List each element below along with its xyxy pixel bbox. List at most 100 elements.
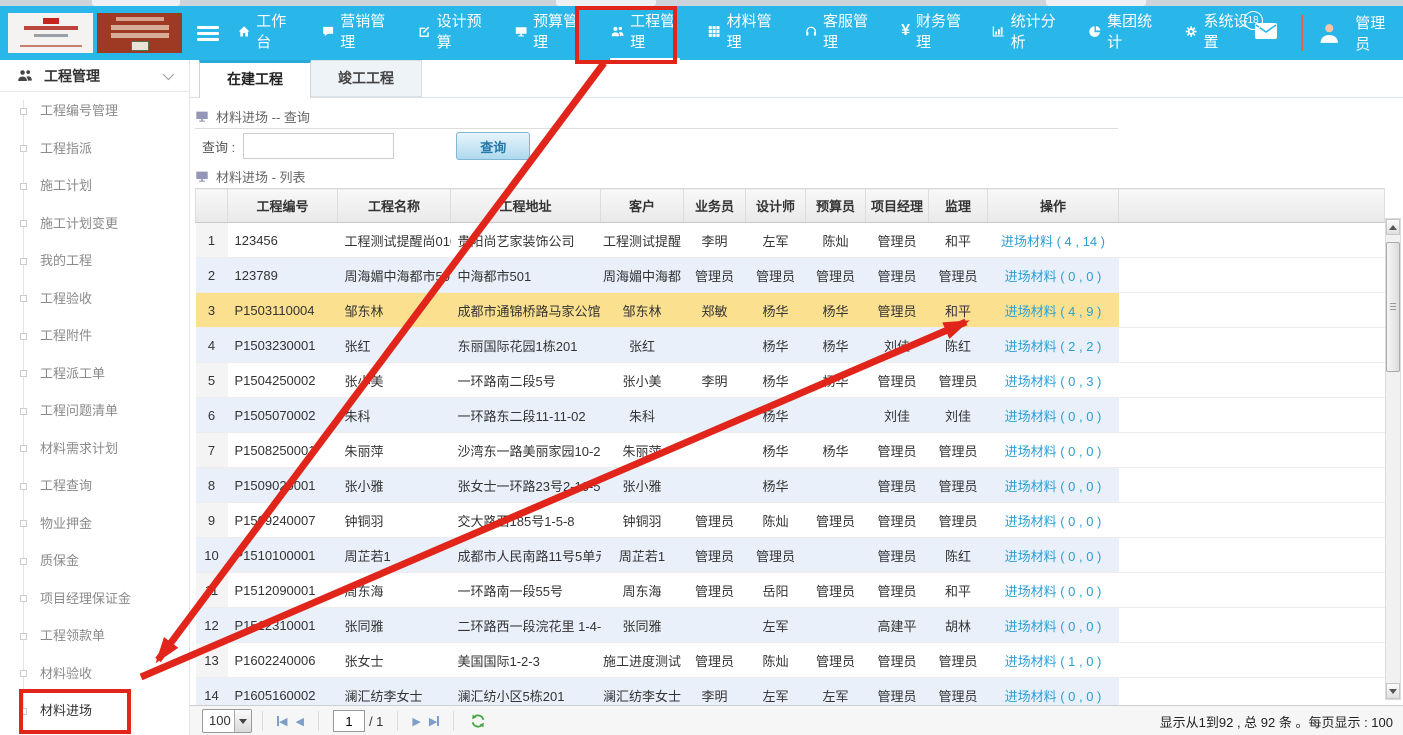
sidebar-item[interactable]: 我的工程 [0, 242, 189, 280]
enter-material-link[interactable]: 进场材料 ( 0 , 0 ) [1005, 444, 1102, 459]
cell-project-manager: 管理员 [866, 573, 929, 608]
table-row[interactable]: 7 P1508250001 朱丽萍 沙湾东一路美丽家园10-2- 朱丽萍 杨华 … [196, 433, 1385, 468]
col-project-manager[interactable]: 项目经理 [866, 189, 929, 223]
sidebar-item[interactable]: 施工计划变更 [0, 205, 189, 243]
table-row[interactable]: 11 P1512090001 周东海 一环路南一段55号 周东海 管理员 岳阳 … [196, 573, 1385, 608]
col-designer[interactable]: 设计师 [746, 189, 806, 223]
table-row[interactable]: 12 P1512310001 张同雅 二环路西一段浣花里 1-4- 张同雅 左军… [196, 608, 1385, 643]
cell-action: 进场材料 ( 0 , 0 ) [988, 678, 1119, 706]
prev-page-button[interactable]: ◀ [295, 715, 303, 728]
cell-filler [1119, 503, 1385, 538]
sidebar-item[interactable]: 材料进场 [0, 692, 189, 730]
table-row[interactable]: 10 P1510100001 周芷若1 成都市人民南路11号5单元 周芷若1 管… [196, 538, 1385, 573]
enter-material-link[interactable]: 进场材料 ( 0 , 0 ) [1005, 689, 1102, 704]
tab-completed[interactable]: 竣工工程 [311, 60, 422, 97]
cell-customer: 周东海 [601, 573, 684, 608]
col-budgeter[interactable]: 预算员 [806, 189, 866, 223]
scrollbar-thumb[interactable] [1386, 242, 1400, 372]
cell-budgeter: 杨华 [806, 433, 866, 468]
menu-toggle-icon[interactable] [197, 23, 219, 44]
table-row[interactable]: 1 123456 工程测试提醒尚0101 贵阳尚艺家装饰公司 工程测试提醒 李明… [196, 223, 1385, 258]
tab-in-progress[interactable]: 在建工程 [199, 60, 311, 98]
nav-item-settings[interactable]: 系统设置 [1184, 6, 1253, 60]
col-supervisor[interactable]: 监理 [929, 189, 988, 223]
enter-material-link[interactable]: 进场材料 ( 0 , 3 ) [1005, 374, 1102, 389]
last-page-button[interactable]: ▶ [429, 715, 439, 728]
scroll-up-icon[interactable] [1386, 219, 1400, 235]
tree-node-icon [20, 708, 27, 715]
table-row[interactable]: 8 P1509020001 张小雅 张女士一环路23号2-10-5 张小雅 杨华… [196, 468, 1385, 503]
sidebar-item[interactable]: 工程派工单 [0, 355, 189, 393]
col-project-address[interactable]: 工程地址 [451, 189, 601, 223]
sidebar-item[interactable]: 工程查询 [0, 467, 189, 505]
nav-item-design-budget[interactable]: 设计预算 [417, 6, 486, 60]
first-page-button[interactable]: ◀ [277, 715, 287, 728]
nav-item-budget[interactable]: 预算管理 [514, 6, 583, 60]
sidebar-item[interactable]: 工程附件 [0, 317, 189, 355]
nav-item-material[interactable]: 材料管理 [707, 6, 776, 60]
tree-node-icon [20, 220, 27, 227]
page-size-select[interactable]: 100 [202, 709, 252, 733]
table-row[interactable]: 4 P1503230001 张红 东丽国际花园1栋201 张红 杨华 杨华 刘佳… [196, 328, 1385, 363]
enter-material-link[interactable]: 进场材料 ( 2 , 2 ) [1005, 339, 1102, 354]
sidebar-item[interactable]: 材料需求计划 [0, 430, 189, 468]
query-label: 查询 : [202, 137, 235, 156]
sidebar-item[interactable]: 工程验收 [0, 280, 189, 318]
col-salesperson[interactable]: 业务员 [684, 189, 746, 223]
enter-material-link[interactable]: 进场材料 ( 0 , 0 ) [1005, 584, 1102, 599]
enter-material-link[interactable]: 进场材料 ( 0 , 0 ) [1005, 619, 1102, 634]
table-row[interactable]: 13 P1602240006 张女士 美国国际1-2-3 施工进度测试 管理员 … [196, 643, 1385, 678]
enter-material-link[interactable]: 进场材料 ( 0 , 0 ) [1005, 514, 1102, 529]
enter-material-link[interactable]: 进场材料 ( 4 , 14 ) [1001, 234, 1105, 249]
enter-material-link[interactable]: 进场材料 ( 4 , 9 ) [1005, 304, 1102, 319]
refresh-button[interactable] [470, 713, 486, 729]
sidebar-item[interactable]: 施工计划 [0, 167, 189, 205]
nav-item-stats[interactable]: 统计分析 [991, 6, 1060, 60]
sidebar-item[interactable]: 工程领款单 [0, 617, 189, 655]
tree-node-icon [20, 670, 27, 677]
vertical-scrollbar[interactable] [1385, 218, 1401, 700]
enter-material-link[interactable]: 进场材料 ( 0 , 0 ) [1005, 479, 1102, 494]
tree-node-icon [20, 633, 27, 640]
col-project-code[interactable]: 工程编号 [228, 189, 338, 223]
cell-action: 进场材料 ( 1 , 0 ) [988, 643, 1119, 678]
mail-button[interactable]: 18 [1254, 22, 1278, 45]
sidebar-header-project-mgmt[interactable]: 工程管理 [0, 60, 189, 92]
search-button[interactable]: 查询 [456, 132, 530, 160]
enter-material-link[interactable]: 进场材料 ( 0 , 0 ) [1005, 269, 1102, 284]
enter-material-link[interactable]: 进场材料 ( 1 , 0 ) [1005, 654, 1102, 669]
table-row[interactable]: 9 P1509240007 钟铜羽 交大路西185号1-5-8 钟铜羽 管理员 … [196, 503, 1385, 538]
nav-item-workbench[interactable]: 工作台 [237, 6, 294, 60]
col-project-name[interactable]: 工程名称 [338, 189, 451, 223]
user-menu[interactable]: 管理员 [1355, 12, 1389, 54]
nav-item-project[interactable]: 工程管理 [610, 6, 680, 60]
table-row[interactable]: 3 P1503110004 邹东林 成都市通锦桥路马家公馆2 邹东林 郑敏 杨华… [196, 293, 1385, 328]
cell-designer: 杨华 [746, 398, 806, 433]
scroll-down-icon[interactable] [1386, 683, 1400, 699]
search-input[interactable] [243, 133, 394, 159]
sidebar-item[interactable]: 材料验收 [0, 655, 189, 693]
nav-item-finance[interactable]: ¥ 财务管理 [900, 6, 964, 60]
next-page-button[interactable]: ▶ [412, 715, 420, 728]
nav-item-marketing[interactable]: 营销管理 [321, 6, 390, 60]
table-row[interactable]: 2 123789 周海媚中海都市501 中海都市501 周海媚中海都 管理员 管… [196, 258, 1385, 293]
sidebar-item[interactable]: 工程指派 [0, 130, 189, 168]
table-row[interactable]: 14 P1605160002 澜汇纺李女士 澜汇纺小区5栋201 澜汇纺李女士 … [196, 678, 1385, 706]
avatar[interactable] [1318, 17, 1340, 49]
sidebar-item[interactable]: 工程编号管理 [0, 92, 189, 130]
page-number-input[interactable] [333, 710, 365, 732]
sidebar-item[interactable]: 项目经理保证金 [0, 580, 189, 618]
cell-project-manager: 管理员 [866, 468, 929, 503]
nav-item-group-stats[interactable]: 集团统计 [1088, 6, 1157, 60]
col-customer[interactable]: 客户 [601, 189, 684, 223]
sidebar-item[interactable]: 质保金 [0, 542, 189, 580]
cell-project-address: 交大路西185号1-5-8 [451, 503, 601, 538]
enter-material-link[interactable]: 进场材料 ( 0 , 0 ) [1005, 409, 1102, 424]
sidebar-item[interactable]: 工程问题清单 [0, 392, 189, 430]
table-row[interactable]: 5 P1504250002 张小美 一环路南二段5号 张小美 李明 杨华 杨华 … [196, 363, 1385, 398]
sidebar-item[interactable]: 物业押金 [0, 505, 189, 543]
nav-item-service[interactable]: 客服管理 [804, 6, 873, 60]
table-row[interactable]: 6 P1505070002 朱科 一环路东二段11-11-02 朱科 杨华 刘佳… [196, 398, 1385, 433]
col-actions[interactable]: 操作 [988, 189, 1119, 223]
enter-material-link[interactable]: 进场材料 ( 0 , 0 ) [1005, 549, 1102, 564]
